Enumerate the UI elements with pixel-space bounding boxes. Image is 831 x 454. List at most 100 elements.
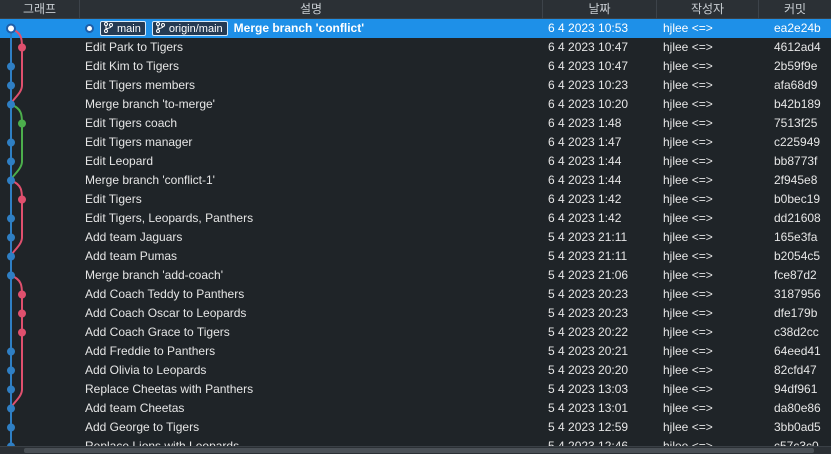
commit-hash: dd21608 <box>774 211 821 225</box>
commit-message: Edit Tigers coach <box>85 116 178 130</box>
commit-hash: 4612ad4 <box>774 40 821 54</box>
commit-hash: b42b189 <box>774 97 821 111</box>
commit-author: hjlee <=> <box>663 40 713 54</box>
commit-row[interactable]: Add Olivia to Leopards 5 4 2023 20:20 hjle… <box>0 361 831 380</box>
column-header-description[interactable]: 설명 <box>80 0 543 19</box>
commit-description-cell: Add Coach Teddy to Panthers <box>85 285 540 304</box>
commit-message: Edit Leopard <box>85 154 154 168</box>
commit-description-cell: Add team Cheetas <box>85 399 540 418</box>
commit-row[interactable]: Add George to Tigers 5 4 2023 12:59 hjlee … <box>0 418 831 437</box>
commit-row[interactable]: Edit Park to Tigers 6 4 2023 10:47 hjlee <… <box>0 38 831 57</box>
branch-ref-label: origin/main <box>168 23 223 36</box>
commit-author: hjlee <=> <box>663 78 713 92</box>
commit-date: 5 4 2023 20:23 <box>548 306 629 320</box>
commit-hash: bb8773f <box>774 154 818 168</box>
commit-author: hjlee <=> <box>663 344 713 358</box>
commit-hash: da80e86 <box>774 401 821 415</box>
commit-date: 5 4 2023 13:01 <box>548 401 629 415</box>
commit-description-cell: Edit Park to Tigers <box>85 38 540 57</box>
commit-hash: 7513f25 <box>774 116 818 130</box>
commit-date: 5 4 2023 20:20 <box>548 363 629 377</box>
commit-date: 5 4 2023 21:11 <box>548 230 628 244</box>
commit-row[interactable]: Merge branch 'to-merge' 6 4 2023 10:20 hjl… <box>0 95 831 114</box>
branch-ref-badge[interactable]: origin/main <box>151 21 228 37</box>
column-header-graph[interactable]: 그래프 <box>0 0 80 19</box>
commit-date: 5 4 2023 21:06 <box>548 268 629 282</box>
head-indicator-icon <box>85 24 94 34</box>
scrollbar-thumb[interactable] <box>24 448 814 453</box>
commit-description-cell: Edit Kim to Tigers <box>85 57 540 76</box>
commit-row[interactable]: Edit Leopard 6 4 2023 1:44 hjlee <=> bb8773… <box>0 152 831 171</box>
commit-row[interactable]: Merge branch 'conflict-1' 6 4 2023 1:44 hj… <box>0 171 831 190</box>
commit-description-cell: Add George to Tigers <box>85 418 540 437</box>
commit-author: hjlee <=> <box>663 382 713 396</box>
commit-row[interactable]: Add Freddie to Panthers 5 4 2023 20:21 hjl… <box>0 342 831 361</box>
commit-message: Add Coach Oscar to Leopards <box>85 306 247 320</box>
commit-description-cell: Replace Cheetas with Panthers <box>85 380 540 399</box>
commit-author: hjlee <=> <box>663 97 713 111</box>
commit-row[interactable]: Edit Kim to Tigers 6 4 2023 10:47 hjlee <=… <box>0 57 831 76</box>
commit-hash: 165e3fa <box>774 230 818 244</box>
commit-description-cell: Add Olivia to Leopards <box>85 361 540 380</box>
branch-ref-label: main <box>117 23 141 36</box>
commit-row[interactable]: Add team Pumas 5 4 2023 21:11 hjlee <=> b20… <box>0 247 831 266</box>
commit-row[interactable]: Edit Tigers manager 6 4 2023 1:47 hjlee <=… <box>0 133 831 152</box>
commit-message: Merge branch 'add-coach' <box>85 268 223 282</box>
commit-message: Edit Tigers manager <box>85 135 193 149</box>
commit-author: hjlee <=> <box>663 325 713 339</box>
commit-hash: 94df961 <box>774 382 818 396</box>
commit-message: Edit Kim to Tigers <box>85 59 180 73</box>
commit-author: hjlee <=> <box>663 363 713 377</box>
column-header: 그래프 설명 날짜 작성자 커밋 <box>0 0 831 19</box>
commit-description-cell: Edit Tigers members <box>85 76 540 95</box>
commit-hash: b2054c5 <box>774 249 821 263</box>
commit-row[interactable]: Edit Tigers coach 6 4 2023 1:48 hjlee <=> 7… <box>0 114 831 133</box>
commit-message: Add Freddie to Panthers <box>85 344 216 358</box>
commit-hash: 3187956 <box>774 287 821 301</box>
commit-row[interactable]: main origin/main Merge branch 'conflict' 6 … <box>0 19 831 38</box>
commit-author: hjlee <=> <box>663 21 713 35</box>
commit-row[interactable]: Edit Tigers 6 4 2023 1:42 hjlee <=> b0bec19 <box>0 190 831 209</box>
commit-author: hjlee <=> <box>663 135 713 149</box>
commit-row[interactable]: Replace Cheetas with Panthers 5 4 2023 13… <box>0 380 831 399</box>
commit-hash: 3bb0ad5 <box>774 420 821 434</box>
commit-description-cell: Add Coach Grace to Tigers <box>85 323 540 342</box>
commit-row[interactable]: Edit Tigers members 6 4 2023 10:23 hjlee <… <box>0 76 831 95</box>
commit-description-cell: main origin/main Merge branch 'conflict' <box>85 19 540 38</box>
commit-row[interactable]: Add Coach Teddy to Panthers 5 4 2023 20:2… <box>0 285 831 304</box>
commit-message: Edit Tigers members <box>85 78 196 92</box>
commit-date: 5 4 2023 20:22 <box>548 325 629 339</box>
commit-date: 5 4 2023 13:03 <box>548 382 629 396</box>
commit-date: 6 4 2023 1:42 <box>548 211 622 225</box>
column-header-author[interactable]: 작성자 <box>657 0 759 19</box>
commit-row[interactable]: Add team Jaguars 5 4 2023 21:11 hjlee <=> 1… <box>0 228 831 247</box>
commit-author: hjlee <=> <box>663 116 713 130</box>
commit-hash: ea2e24b <box>774 21 821 35</box>
commit-date: 6 4 2023 1:48 <box>548 116 622 130</box>
commit-message: Merge branch 'conflict' <box>233 21 365 35</box>
commit-list: main origin/main Merge branch 'conflict' 6 … <box>0 19 831 454</box>
commit-hash: dfe179b <box>774 306 818 320</box>
commit-message: Edit Tigers, Leopards, Panthers <box>85 211 254 225</box>
commit-message: Merge branch 'conflict-1' <box>85 173 215 187</box>
commit-row[interactable]: Add team Cheetas 5 4 2023 13:01 hjlee <=> d… <box>0 399 831 418</box>
column-header-date[interactable]: 날짜 <box>543 0 657 19</box>
commit-row[interactable]: Merge branch 'add-coach' 5 4 2023 21:06 hj… <box>0 266 831 285</box>
commit-row[interactable]: Add Coach Grace to Tigers 5 4 2023 20:22 h… <box>0 323 831 342</box>
commit-author: hjlee <=> <box>663 192 713 206</box>
branch-ref-badge[interactable]: main <box>100 21 146 37</box>
commit-hash: c225949 <box>774 135 821 149</box>
commit-author: hjlee <=> <box>663 249 713 263</box>
commit-hash: 2f945e8 <box>774 173 818 187</box>
commit-date: 6 4 2023 10:47 <box>548 59 629 73</box>
commit-hash: c38d2cc <box>774 325 819 339</box>
commit-date: 5 4 2023 20:21 <box>548 344 629 358</box>
commit-author: hjlee <=> <box>663 211 713 225</box>
commit-row[interactable]: Edit Tigers, Leopards, Panthers 6 4 2023 … <box>0 209 831 228</box>
commit-message: Add team Jaguars <box>85 230 183 244</box>
commit-row[interactable]: Add Coach Oscar to Leopards 5 4 2023 20:2… <box>0 304 831 323</box>
commit-description-cell: Add Freddie to Panthers <box>85 342 540 361</box>
branch-icon <box>104 22 113 34</box>
horizontal-scrollbar[interactable] <box>0 446 831 454</box>
column-header-commit[interactable]: 커밋 <box>759 0 831 19</box>
